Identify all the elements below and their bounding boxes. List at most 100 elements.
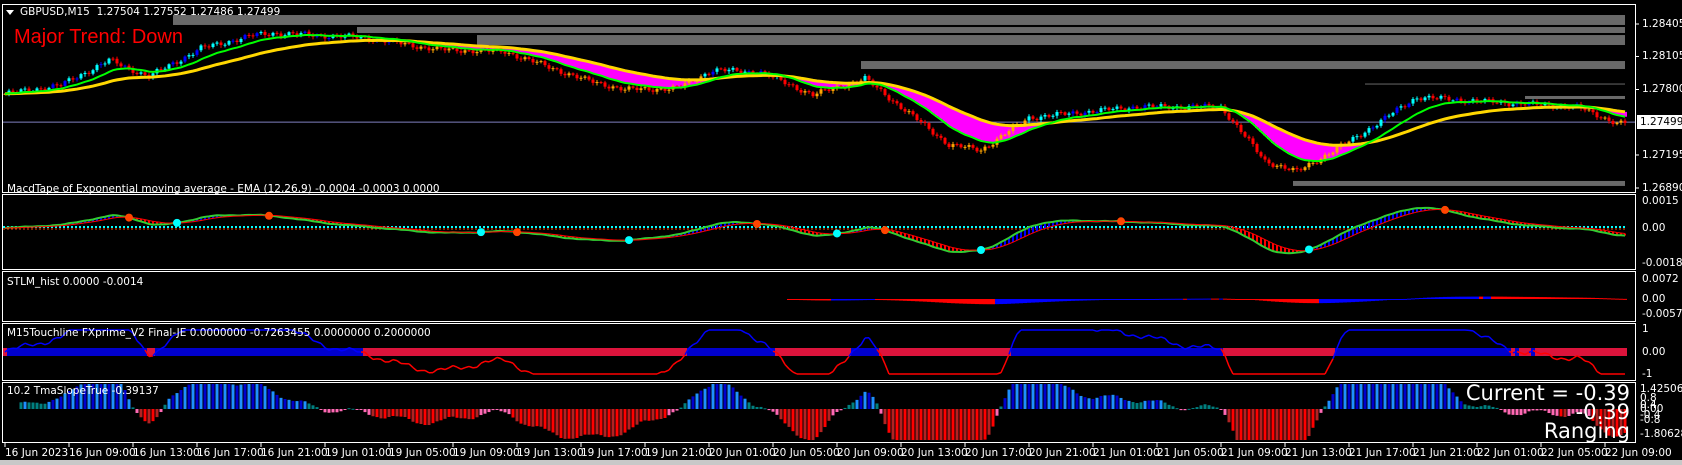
touchline-block	[591, 348, 595, 356]
stlm-hist-bar	[1595, 297, 1599, 299]
tma-slope-bar	[399, 409, 403, 417]
time-axis-label: 21 Jun 01:00	[1093, 447, 1160, 459]
touchline-block	[491, 348, 495, 356]
stlm-hist-bar	[1231, 298, 1235, 300]
stlm-hist-bar	[1431, 297, 1435, 299]
tma-slope-bar	[1435, 384, 1439, 409]
tma-slope-bar	[1115, 395, 1119, 409]
candle-body	[1303, 167, 1307, 170]
tma-slope-bar	[1195, 407, 1199, 409]
candle-body	[1623, 120, 1627, 123]
tma-slope-bar	[259, 384, 263, 409]
stlm-hist-bar	[839, 299, 843, 301]
time-axis-label: 20 Jun 17:00	[965, 447, 1032, 459]
touchline-block	[1147, 348, 1151, 356]
touchline-block	[1255, 348, 1259, 356]
candle-body	[923, 121, 927, 124]
candle-body	[667, 89, 671, 91]
touchline-block	[95, 348, 99, 356]
tma-slope-bar	[895, 409, 899, 440]
touchline-block	[1623, 348, 1627, 356]
stlm-hist-bar	[1075, 299, 1079, 301]
touchline-block	[731, 348, 735, 356]
touchline-block	[967, 348, 971, 356]
stlm-hist-bar	[1499, 296, 1503, 299]
candle-body	[275, 32, 279, 34]
stlm-hist-bar	[1199, 298, 1203, 300]
touchline-block	[815, 348, 819, 356]
touchline-block	[763, 348, 767, 356]
tma-slope-bar	[1131, 402, 1135, 409]
candle-body	[55, 84, 59, 86]
tma-slope-bar	[47, 401, 51, 409]
tma-slope-bar	[863, 391, 867, 409]
touchline-block	[1543, 348, 1547, 356]
tma-slope-bar	[1471, 406, 1475, 409]
price-axis-label: 1.27800	[1642, 83, 1682, 96]
touchline-block	[1579, 348, 1583, 356]
candle-body	[1007, 131, 1011, 135]
touchline-block	[567, 348, 571, 356]
touchline-block	[1371, 348, 1375, 356]
touchline-block	[1235, 348, 1239, 356]
chart-canvas[interactable]	[0, 0, 1682, 465]
touchline-block	[1491, 348, 1495, 356]
tma-slope-bar	[759, 406, 763, 409]
touchline-block	[391, 348, 395, 356]
touchline-block	[991, 348, 995, 356]
stlm-hist-bar	[1287, 299, 1291, 303]
touchline-block	[1091, 348, 1095, 356]
tma-slope-bar	[231, 384, 235, 409]
touchline-block	[43, 348, 47, 356]
trend-fill	[1307, 140, 1311, 161]
touchline-block	[79, 348, 83, 356]
candle-body	[1355, 136, 1359, 138]
candle-body	[999, 135, 1003, 139]
touchline-block	[1431, 348, 1435, 356]
touchline-segment	[1564, 358, 1570, 362]
candle-body	[1379, 119, 1383, 126]
touchline-block	[1379, 348, 1383, 356]
touchline-block	[1107, 348, 1111, 356]
touchline-block	[635, 348, 639, 356]
candle-body	[39, 88, 43, 90]
touchline-segment	[832, 365, 838, 372]
tma-slope-bar	[151, 409, 155, 422]
touchline-segment	[672, 361, 678, 366]
touchline-block	[1283, 348, 1287, 356]
tma-panel	[2, 382, 1636, 443]
stlm-hist-bar	[855, 299, 859, 301]
tma-slope-bar	[795, 409, 799, 436]
candle-body	[1595, 112, 1599, 118]
stlm-hist-bar	[1195, 298, 1199, 300]
tma-slope-bar	[1207, 405, 1211, 409]
tma-slope-bar	[1123, 399, 1127, 409]
dropdown-triangle-icon[interactable]	[6, 9, 14, 15]
stlm-hist-bar	[1571, 297, 1575, 299]
candle-body	[1263, 156, 1267, 160]
tma-slope-bar	[495, 409, 499, 410]
tma-slope-bar	[1483, 405, 1487, 409]
macd-panel-title: MacdTape of Exponential moving average -…	[7, 183, 440, 195]
tma-slope-bar	[627, 409, 631, 430]
touchline-segment	[436, 367, 442, 371]
stlm-hist-bar	[1551, 297, 1555, 299]
candle-body	[503, 51, 507, 54]
tma-slope-bar	[1475, 407, 1479, 409]
ohlc-values: 1.27504 1.27552 1.27486 1.27499	[96, 6, 281, 18]
stlm-hist-bar	[1007, 299, 1011, 304]
tma-slope-bar	[967, 409, 971, 440]
macd-panel	[2, 194, 1636, 270]
trend-fill	[1287, 133, 1291, 154]
stlm-hist-bar	[1059, 299, 1063, 302]
touchline-block	[239, 348, 243, 356]
touchline-segment	[884, 363, 890, 375]
symbol-header[interactable]: GBPUSD,M15 1.27504 1.27552 1.27486 1.274…	[6, 6, 280, 18]
stlm-hist-bar	[1243, 299, 1247, 300]
touchline-segment	[1488, 336, 1494, 342]
stlm-hist-bar	[1487, 296, 1491, 299]
tma-slope-bar	[271, 391, 275, 409]
candle-body	[187, 55, 191, 57]
time-axis-label: 20 Jun 01:00	[709, 447, 776, 459]
candle-body	[1067, 113, 1071, 115]
